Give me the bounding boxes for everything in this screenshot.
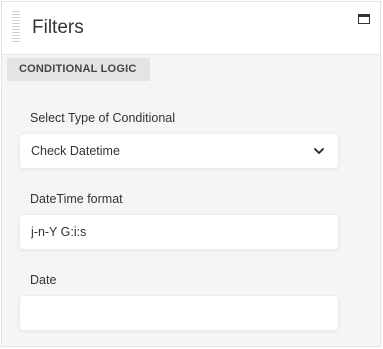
panel-header: Filters [2, 2, 380, 55]
datetime-format-input[interactable] [20, 215, 338, 249]
date-input[interactable] [20, 296, 338, 330]
date-label: Date [30, 273, 57, 287]
window-maximize-icon[interactable] [358, 14, 370, 24]
filters-panel: Filters CONDITIONAL LOGIC Select Type of… [1, 1, 381, 347]
chevron-down-icon [314, 148, 324, 154]
conditional-type-value: Check Datetime [31, 144, 120, 158]
section-tab-conditional-logic[interactable]: CONDITIONAL LOGIC [7, 58, 150, 81]
conditional-type-select[interactable]: Check Datetime [19, 133, 339, 169]
datetime-format-field[interactable] [19, 214, 339, 250]
conditional-type-label: Select Type of Conditional [30, 111, 176, 125]
datetime-format-label: DateTime format [30, 192, 123, 206]
panel-title: Filters [32, 17, 84, 38]
drag-handle-icon[interactable] [12, 11, 20, 43]
date-field[interactable] [19, 295, 339, 331]
